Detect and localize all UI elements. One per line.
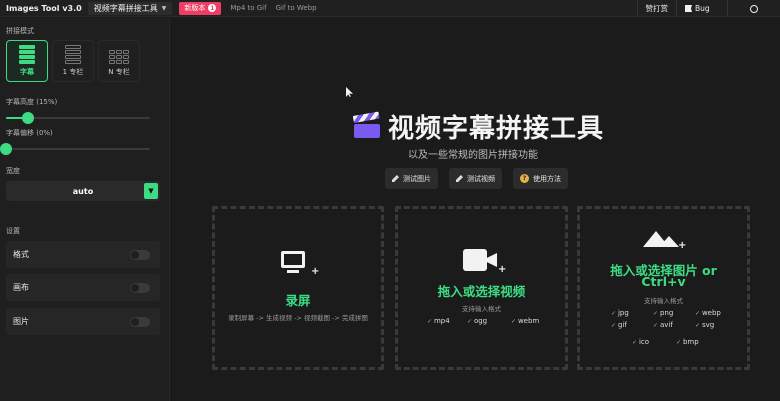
- mouse-cursor-icon: [346, 87, 353, 97]
- new-version-count: 1: [208, 4, 217, 12]
- width-label: 宽度: [6, 167, 20, 175]
- subtitle-offset-label: 字幕偏移 (0%): [6, 129, 53, 137]
- setting-image[interactable]: 图片: [6, 308, 160, 335]
- setting-format-toggle[interactable]: [130, 249, 150, 260]
- format-item: webp: [695, 309, 735, 317]
- link-gif-to-webp[interactable]: Gif to Webp: [276, 4, 317, 12]
- video-format-list: mp4 ogg webm: [427, 317, 551, 325]
- video-drop-card[interactable]: + 拖入或选择视频 支持输入格式 mp4 ogg webm: [395, 206, 568, 370]
- record-screen-card[interactable]: + 录屏 录制屏幕 -> 生成视频 -> 视频截图 -> 完成拼图: [212, 206, 384, 370]
- page-subtitle: 以及一些常规的图片拼接功能: [408, 150, 538, 161]
- format-item: avif: [653, 321, 695, 329]
- new-version-button[interactable]: 新版本 1: [179, 1, 222, 15]
- setting-format-label: 格式: [13, 250, 29, 259]
- image-drop-card[interactable]: + 拖入或选择图片 or Ctrl+v 支持输入格式 jpg png webp …: [577, 206, 750, 370]
- donate-button[interactable]: 赞打赏: [638, 3, 677, 14]
- setting-image-toggle[interactable]: [130, 316, 150, 327]
- record-screen-title: 录屏: [285, 293, 311, 308]
- usage-label: 使用方法: [533, 174, 561, 183]
- pencil-icon: [392, 175, 399, 182]
- link-mp4-to-gif[interactable]: Mp4 to Gif: [230, 4, 266, 12]
- top-bar: Images Tool v3.0 视频字幕拼接工具 ▼ 新版本 1 Mp4 to…: [0, 0, 780, 17]
- github-icon: [750, 4, 758, 13]
- test-image-label: 测试图片: [403, 174, 431, 183]
- new-version-label: 新版本: [184, 4, 206, 12]
- subtitle-height-slider[interactable]: [6, 112, 150, 124]
- setting-canvas[interactable]: 画布: [6, 274, 160, 301]
- image-drop-title-line2: Ctrl+v: [641, 274, 686, 289]
- image-mountain-icon: [643, 229, 679, 247]
- video-camera-icon: [463, 249, 499, 271]
- clapperboard-icon: [352, 111, 380, 138]
- mode-label: 拼接模式: [6, 27, 34, 35]
- format-item: mp4: [427, 317, 467, 325]
- github-button[interactable]: [728, 4, 780, 13]
- mode-one-column-label: 1 专栏: [62, 68, 84, 76]
- help-icon: ?: [520, 174, 529, 183]
- format-item: webm: [511, 317, 551, 325]
- video-drop-title: 拖入或选择视频: [437, 284, 526, 299]
- sidebar: 拼接模式 字幕 1 专栏 N 专栏 字幕高度 (15%) 字幕偏移 (0%) 宽…: [0, 18, 170, 401]
- mode-subtitle-label: 字幕: [20, 68, 34, 76]
- subtitle-height-label: 字幕高度 (15%): [6, 98, 58, 106]
- app-title: Images Tool v3.0: [6, 3, 82, 13]
- one-column-icon: [65, 45, 81, 64]
- settings-label: 设置: [6, 227, 20, 235]
- video-formats-label: 支持输入格式: [462, 305, 501, 313]
- mode-one-column[interactable]: 1 专栏: [52, 40, 94, 82]
- mode-n-column[interactable]: N 专栏: [98, 40, 140, 82]
- bug-label: Bug: [695, 4, 710, 13]
- subtitle-mode-icon: [19, 45, 35, 64]
- setting-image-label: 图片: [13, 317, 29, 326]
- mode-n-column-label: N 专栏: [108, 68, 130, 76]
- image-format-list-extra: ico bmp: [632, 338, 716, 346]
- image-formats-label: 支持输入格式: [644, 297, 683, 305]
- setting-canvas-label: 画布: [13, 283, 29, 292]
- plus-icon: +: [498, 264, 507, 275]
- format-item: gif: [611, 321, 653, 329]
- top-right-actions: 赞打赏 Bug: [636, 0, 780, 17]
- chevron-down-icon: ▼: [161, 4, 167, 12]
- slider-thumb[interactable]: [0, 143, 12, 155]
- pencil-icon: [456, 175, 463, 182]
- slider-thumb[interactable]: [21, 112, 34, 124]
- format-item: svg: [695, 321, 735, 329]
- plus-icon: +: [311, 266, 320, 277]
- format-item: png: [653, 309, 695, 317]
- image-format-list: jpg png webp gif avif svg: [611, 309, 735, 329]
- tool-select-value: 视频字幕拼接工具: [93, 3, 158, 13]
- test-video-button[interactable]: 测试视频: [449, 168, 502, 189]
- tool-select[interactable]: 视频字幕拼接工具 ▼: [87, 1, 173, 15]
- setting-format[interactable]: 格式: [6, 241, 160, 268]
- format-item: jpg: [611, 309, 653, 317]
- setting-canvas-toggle[interactable]: [130, 282, 150, 293]
- mode-subtitle[interactable]: 字幕: [6, 40, 48, 82]
- width-select[interactable]: auto ▼: [6, 181, 160, 201]
- width-value: auto: [72, 186, 94, 196]
- hero-title: 视频字幕拼接工具: [352, 108, 605, 145]
- test-image-button[interactable]: 测试图片: [385, 168, 438, 189]
- plus-icon: +: [678, 240, 687, 251]
- record-screen-desc: 录制屏幕 -> 生成视频 -> 视频截图 -> 完成拼图: [228, 314, 368, 322]
- donate-label: 赞打赏: [645, 4, 669, 13]
- format-item: bmp: [676, 338, 716, 346]
- chevron-down-icon: ▼: [144, 183, 158, 199]
- subtitle-offset-slider[interactable]: [0, 143, 150, 155]
- flag-icon: [685, 5, 692, 12]
- format-item: ogg: [467, 317, 511, 325]
- monitor-icon: [281, 251, 305, 273]
- n-column-icon: [109, 50, 129, 64]
- page-title: 视频字幕拼接工具: [388, 114, 605, 144]
- usage-button[interactable]: ? 使用方法: [513, 168, 568, 189]
- format-item: ico: [632, 338, 676, 346]
- bug-button[interactable]: Bug: [677, 4, 727, 13]
- test-video-label: 测试视频: [467, 174, 495, 183]
